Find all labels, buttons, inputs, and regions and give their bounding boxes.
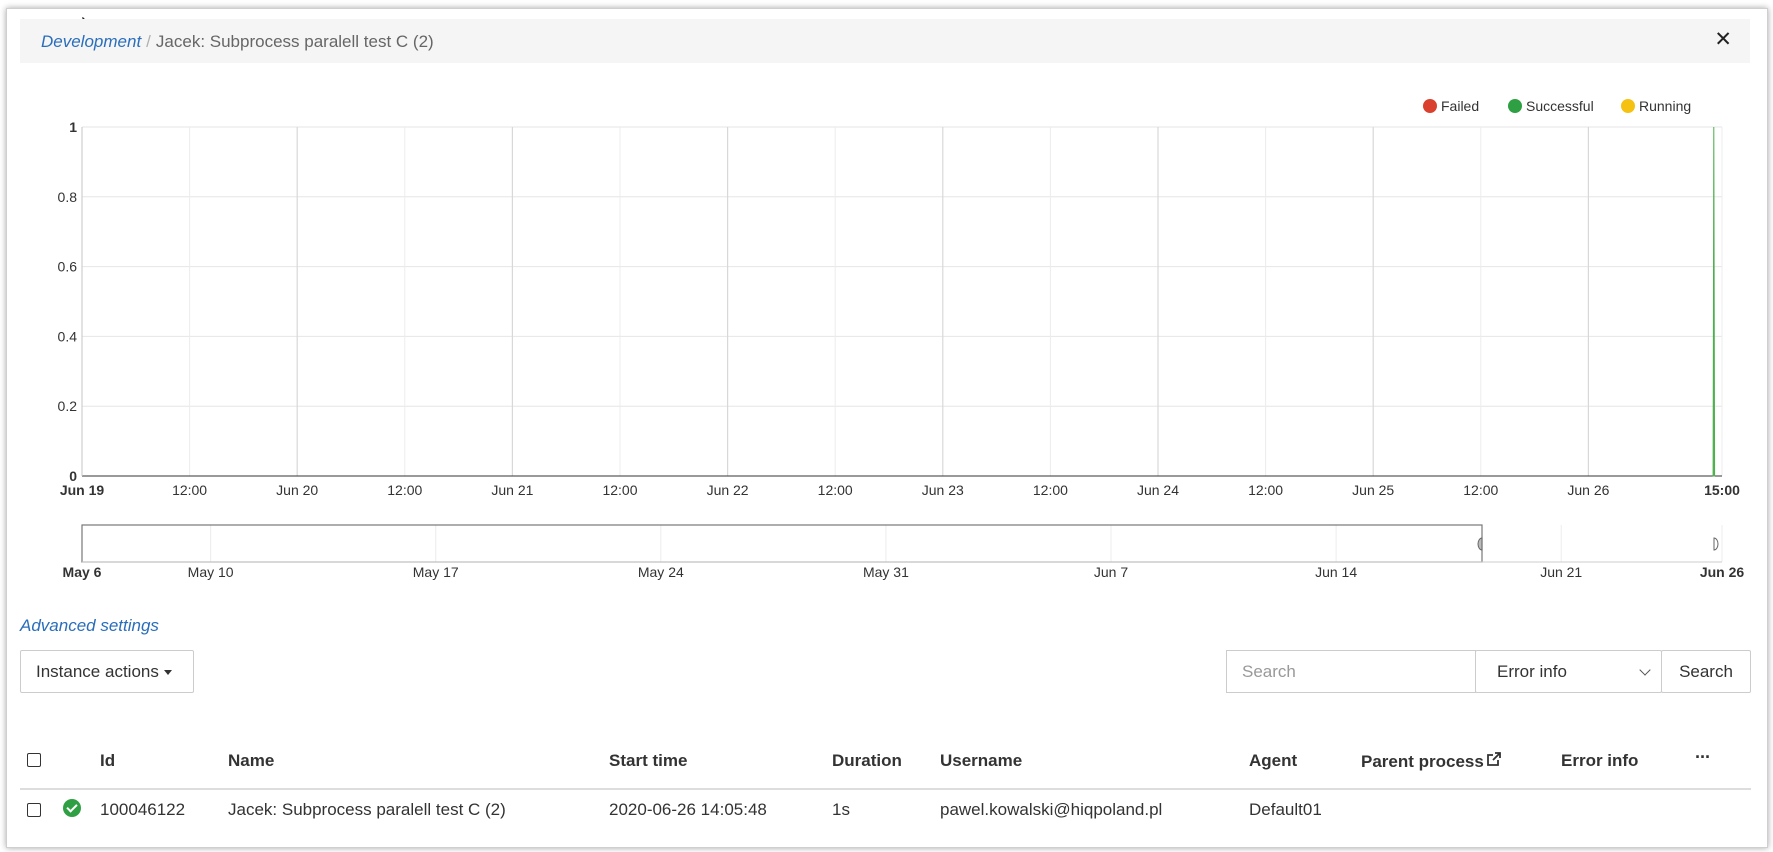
y-tick-label: 1 [69,119,77,135]
search-field-select[interactable]: Error info [1475,650,1662,693]
x-tick-label: 12:00 [602,482,637,498]
navigator-right-handle-icon [1713,537,1719,551]
series-area-successful [1712,126,1716,477]
select-all-checkbox[interactable] [27,753,41,767]
x-tick-label: 12:00 [818,482,853,498]
row-name: Jacek: Subprocess paralell test C (2) [228,800,506,819]
success-status-icon [63,799,81,817]
x-tick-label: Jun 24 [1137,482,1179,498]
x-tick-label: Jun 21 [491,482,533,498]
column-options-icon[interactable]: ··· [1695,747,1711,768]
navigator-tick-label: May 17 [413,564,459,580]
table-row[interactable]: 100046122 Jacek: Subprocess paralell tes… [20,790,1751,830]
x-tick-label: Jun 22 [707,482,749,498]
row-start-time: 2020-06-26 14:05:48 [609,800,767,819]
row-agent: Default01 [1249,800,1322,819]
x-tick-label: 12:00 [387,482,422,498]
row-duration: 1s [832,800,850,819]
x-tick-label: 12:00 [172,482,207,498]
column-header-username[interactable]: Username [940,751,1022,771]
external-link-icon [1486,751,1502,772]
column-header-start-time[interactable]: Start time [609,751,687,771]
navigator-tick-label: Jun 21 [1540,564,1582,580]
navigator-tick-label: May 31 [863,564,909,580]
column-header-parent-process-label: Parent process [1361,752,1484,771]
instance-actions-label: Instance actions [36,661,159,681]
navigator-tick-label: May 10 [188,564,234,580]
search-field-selected: Error info [1497,661,1567,681]
row-checkbox[interactable] [27,803,41,817]
row-username: pawel.kowalski@hiqpoland.pl [940,800,1163,819]
chevron-down-icon [1639,663,1651,676]
x-tick-label: Jun 20 [276,482,318,498]
instances-chart: 00.20.40.60.81Jun 19 12:00 Jun 20 12:00 Jun … [58,119,1745,580]
navigator-tick-label: Jun 26 [1700,564,1745,580]
column-header-error-info[interactable]: Error info [1561,751,1638,771]
y-tick-label: 0.2 [58,398,78,414]
navigator-selection [81,524,1483,563]
search-button[interactable]: Search [1661,650,1751,693]
x-tick-label: Jun 26 [1567,482,1609,498]
caret-down-icon [163,670,172,675]
y-tick-label: 0.6 [58,259,78,275]
navigator-tick-label: May 24 [638,564,684,580]
navigator-tick-label: Jun 14 [1315,564,1357,580]
table-header: Id Name Start time Duration Username Age… [20,740,1751,790]
column-header-parent-process[interactable]: Parent process [1361,751,1502,772]
navigator-left-handle-icon [1477,537,1483,551]
y-tick-label: 0.8 [58,189,78,205]
x-tick-label: 15:00 [1704,482,1740,498]
advanced-settings-link[interactable]: Advanced settings [20,616,159,636]
x-tick-label: Jun 25 [1352,482,1394,498]
instance-actions-dropdown[interactable]: Instance actions [20,650,194,693]
x-tick-label: 12:00 [1463,482,1498,498]
column-header-id[interactable]: Id [100,751,115,771]
column-header-duration[interactable]: Duration [832,751,902,771]
row-id: 100046122 [100,800,186,819]
x-tick-label: Jun 19 [60,482,105,498]
navigator-tick-label: Jun 7 [1094,564,1128,580]
x-tick-label: 12:00 [1033,482,1068,498]
search-input[interactable] [1226,650,1476,693]
x-tick-label: Jun 23 [922,482,964,498]
column-header-name[interactable]: Name [228,751,274,771]
y-tick-label: 0.4 [58,328,78,344]
navigator-tick-label: May 6 [63,564,102,580]
x-tick-label: 12:00 [1248,482,1283,498]
column-header-agent[interactable]: Agent [1249,751,1297,771]
